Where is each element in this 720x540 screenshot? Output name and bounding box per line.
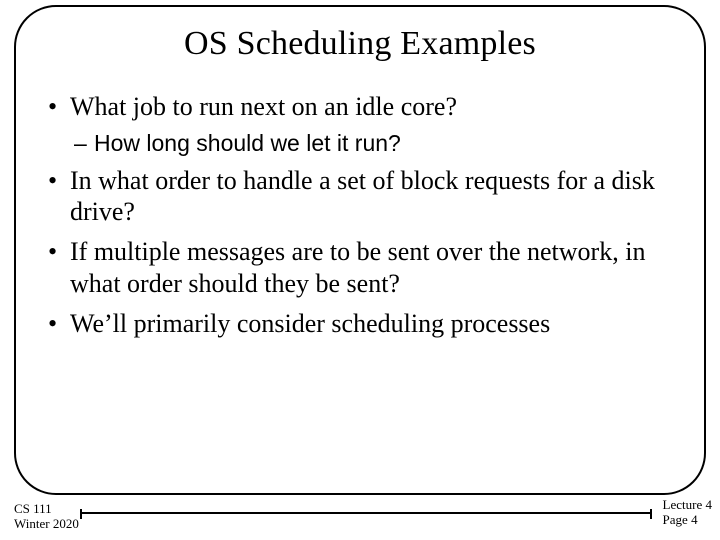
list-item: If multiple messages are to be sent over… xyxy=(42,236,678,299)
bullet-text: In what order to handle a set of block r… xyxy=(70,166,655,227)
footer-divider xyxy=(80,512,652,514)
bullet-text: If multiple messages are to be sent over… xyxy=(70,237,645,298)
list-item: We’ll primarily consider scheduling proc… xyxy=(42,308,678,340)
footer-right: Lecture 4 Page 4 xyxy=(663,498,712,528)
list-item: In what order to handle a set of block r… xyxy=(42,165,678,228)
sub-bullet-text: How long should we let it run? xyxy=(94,130,401,156)
footer-tick-icon xyxy=(650,509,652,519)
bullet-list: What job to run next on an idle core? Ho… xyxy=(42,91,678,339)
slide-frame: OS Scheduling Examples What job to run n… xyxy=(14,5,706,495)
slide-title: OS Scheduling Examples xyxy=(42,25,678,63)
list-item: What job to run next on an idle core? Ho… xyxy=(42,91,678,157)
sub-bullet-list: How long should we let it run? xyxy=(70,129,678,157)
bullet-text: What job to run next on an idle core? xyxy=(70,92,457,121)
footer-left: CS 111 Winter 2020 xyxy=(14,502,79,532)
term: Winter 2020 xyxy=(14,517,79,532)
list-item: How long should we let it run? xyxy=(70,129,678,157)
footer-tick-icon xyxy=(80,509,82,519)
course-code: CS 111 xyxy=(14,502,79,517)
bullet-text: We’ll primarily consider scheduling proc… xyxy=(70,309,550,338)
page-number: Page 4 xyxy=(663,513,712,528)
lecture-number: Lecture 4 xyxy=(663,498,712,513)
